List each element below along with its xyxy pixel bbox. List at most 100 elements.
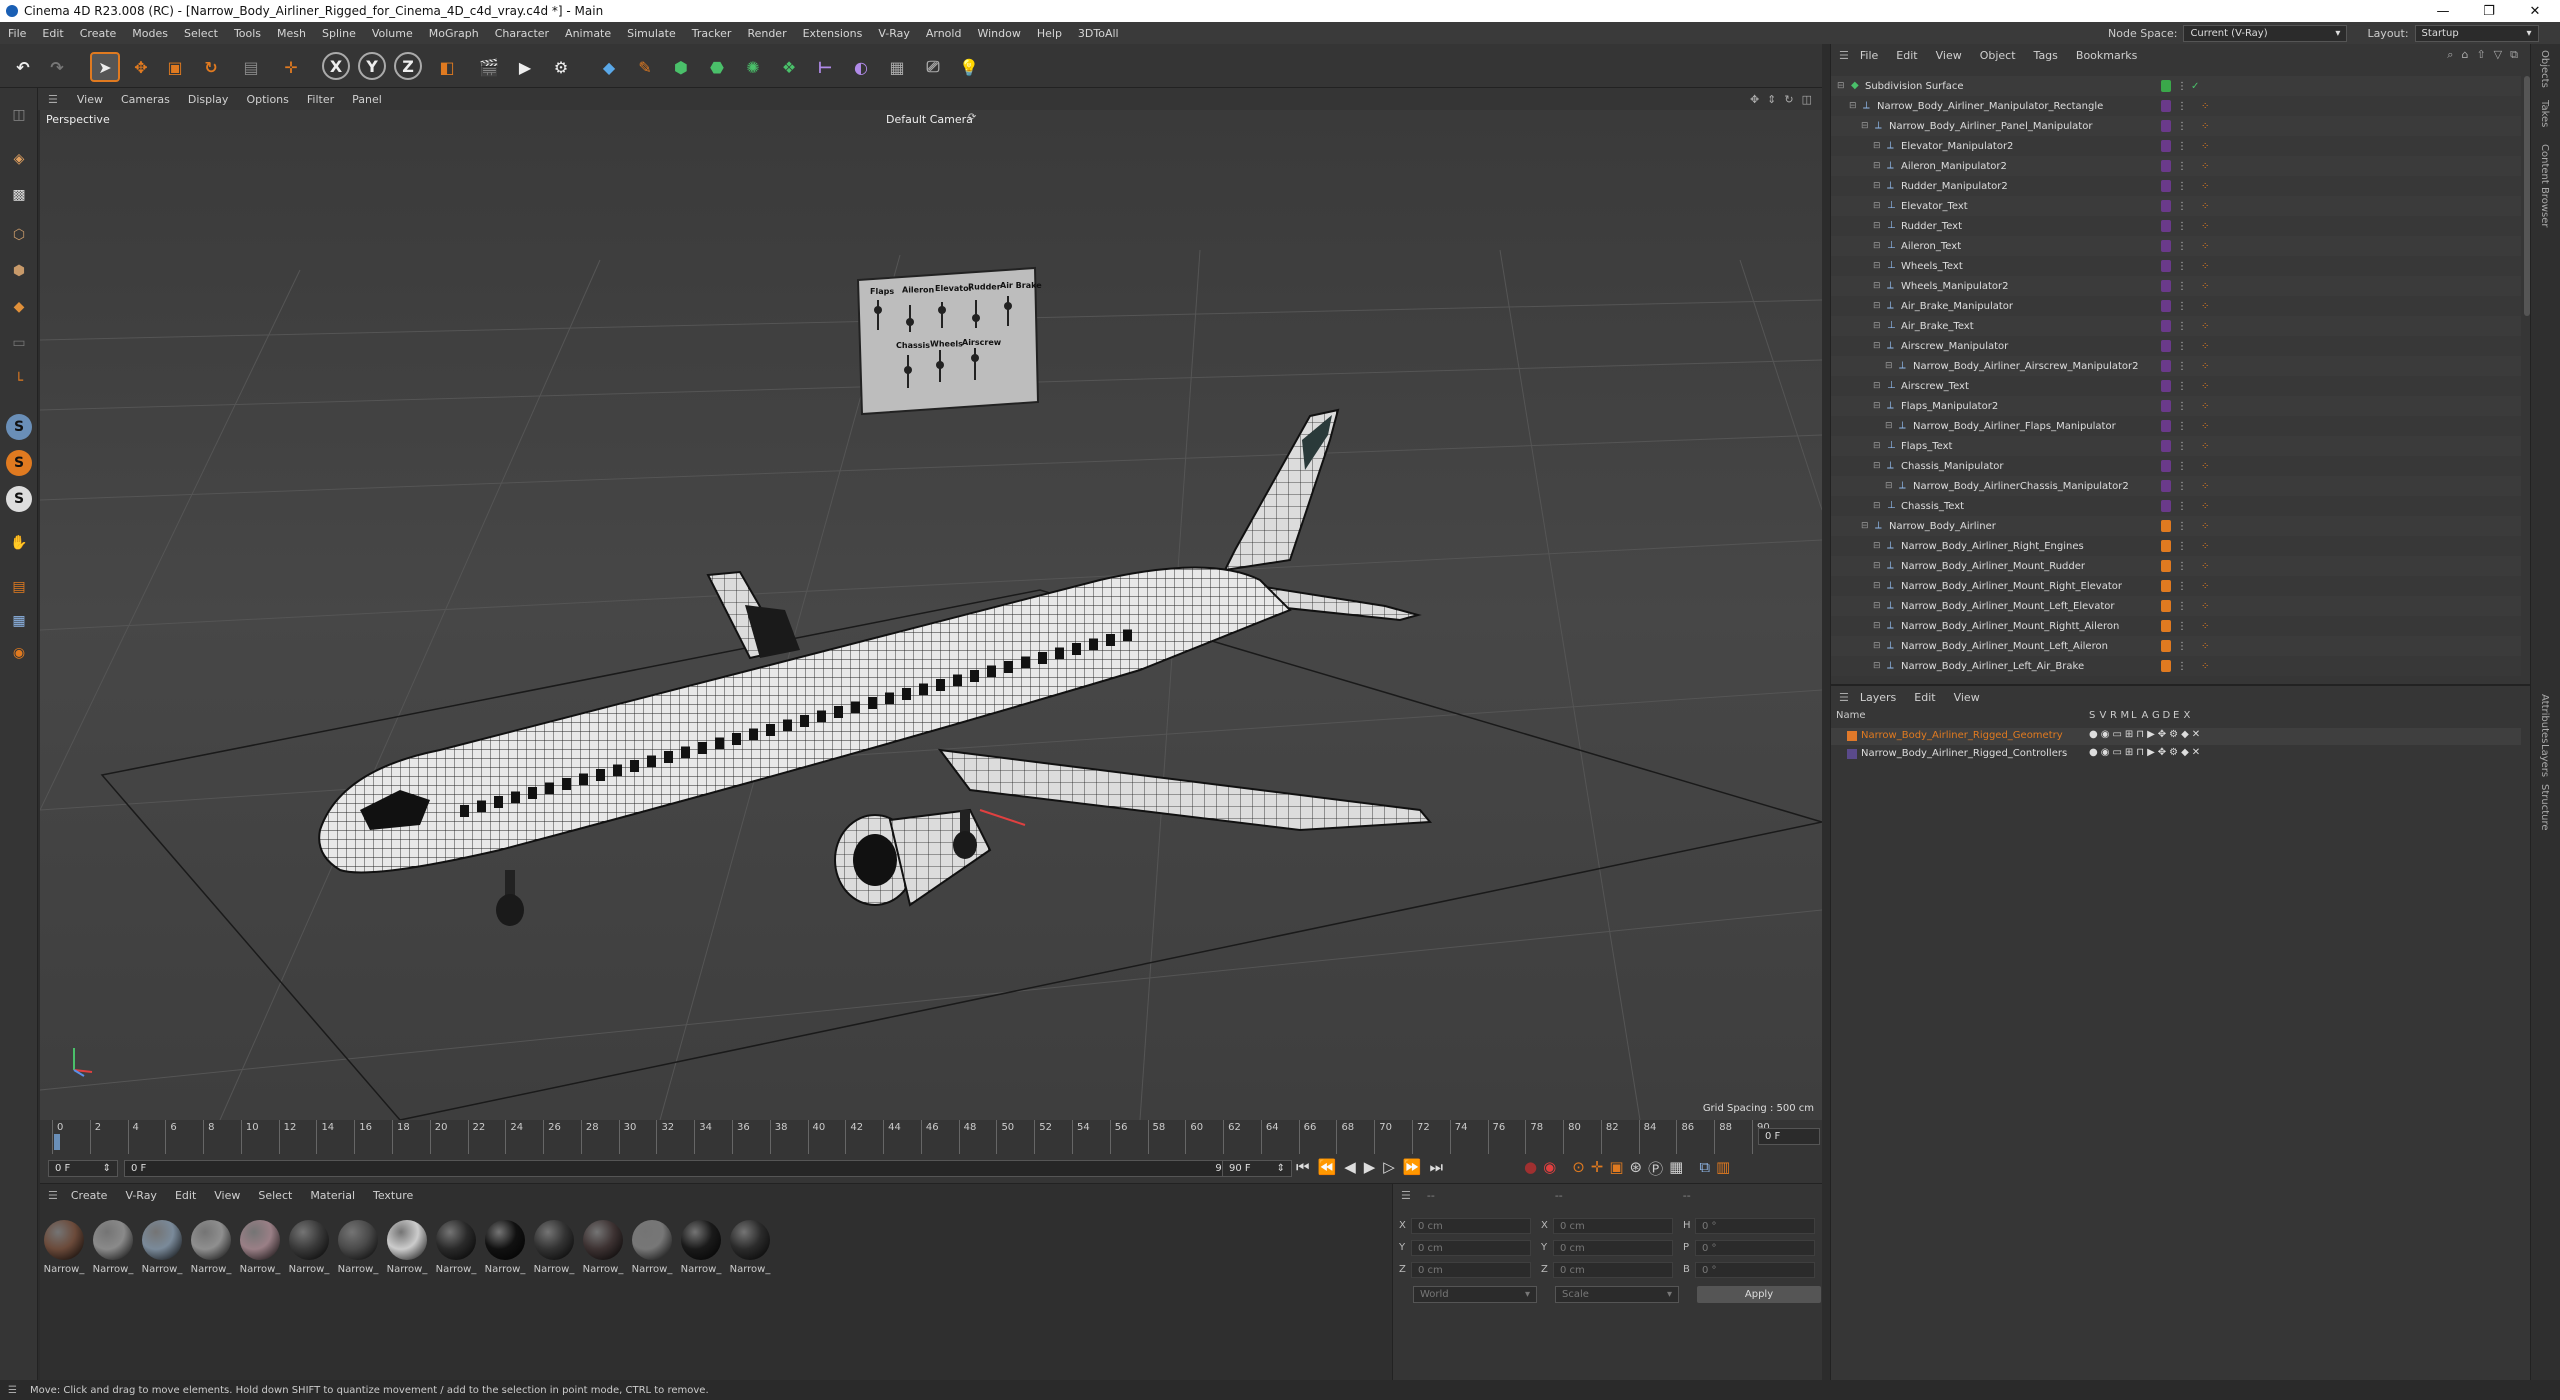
layer-row[interactable]: Narrow_Body_Airliner_Rigged_Controllers ●… xyxy=(1831,746,2521,763)
tag-icon[interactable]: ⁘ xyxy=(2201,101,2209,112)
key-move-icon[interactable]: ✛ xyxy=(1591,1158,1604,1179)
tag-icon[interactable]: ⁘ xyxy=(2201,581,2209,592)
3d-viewport[interactable]: Flaps Aileron Elevator Rudder Air Brake Chas… xyxy=(40,110,1822,1120)
layer-color-tag[interactable] xyxy=(2161,660,2171,672)
tag-icon[interactable]: ⁘ xyxy=(2201,301,2209,312)
layer-color-tag[interactable] xyxy=(2161,520,2171,532)
menu-icon[interactable]: ☰ xyxy=(1401,1189,1411,1202)
menu-item-render[interactable]: Render xyxy=(739,27,794,40)
visibility-dots-icon[interactable]: ⋮ xyxy=(2177,621,2187,632)
key-grid-icon[interactable]: ▦ xyxy=(1669,1158,1683,1179)
rotate-tool-button[interactable]: ↻ xyxy=(196,52,226,82)
material-menu-select[interactable]: Select xyxy=(249,1189,301,1202)
menu-item-character[interactable]: Character xyxy=(487,27,557,40)
object-row[interactable]: ⊟ ⊥ Airscrew_Text ⋮ ⁘ xyxy=(1831,376,2521,396)
cube-button[interactable]: ◆ xyxy=(594,52,624,82)
menu-item-volume[interactable]: Volume xyxy=(364,27,421,40)
material-swatch[interactable]: Narrow_ xyxy=(630,1220,674,1280)
menu-item-animate[interactable]: Animate xyxy=(557,27,619,40)
visibility-dots-icon[interactable]: ⋮ xyxy=(2177,541,2187,552)
grid-snap-button[interactable]: ▦ xyxy=(4,606,34,636)
dolly-icon[interactable]: ⇕ xyxy=(1767,93,1776,106)
tag-icon[interactable]: ⁘ xyxy=(2201,341,2209,352)
object-row[interactable]: ⊟ ⟂ Narrow_Body_Airliner_Left_Air_Brake ⋮ ⁘ xyxy=(1831,656,2521,676)
layer-color-tag[interactable] xyxy=(2161,80,2171,92)
menu-item-spline[interactable]: Spline xyxy=(314,27,364,40)
menu-item-help[interactable]: Help xyxy=(1029,27,1070,40)
object-row[interactable]: ⊟ ⟂ Flaps_Manipulator2 ⋮ ⁘ xyxy=(1831,396,2521,416)
expand-toggle-icon[interactable]: ⊟ xyxy=(1861,521,1869,531)
camera-label[interactable]: Default Camera xyxy=(886,113,973,126)
layer-flags-icons[interactable]: ●◉▭⊞⊓▶✥⚙◆✕ xyxy=(2089,729,2203,740)
object-row[interactable]: ⊟ ⟂ Narrow_Body_Airliner_Mount_Rightt_Aile… xyxy=(1831,616,2521,636)
expand-toggle-icon[interactable]: ⊟ xyxy=(1885,421,1893,431)
layer-color-tag[interactable] xyxy=(2161,160,2171,172)
object-row[interactable]: ⊟ ⟂ Wheels_Manipulator2 ⋮ ⁘ xyxy=(1831,276,2521,296)
visibility-dots-icon[interactable]: ⋮ xyxy=(2177,501,2187,512)
expand-toggle-icon[interactable]: ⊟ xyxy=(1873,261,1881,271)
layer-color-swatch[interactable] xyxy=(1847,731,1857,741)
search-icon[interactable]: ⌕ xyxy=(2447,48,2453,62)
layer-color-tag[interactable] xyxy=(2161,540,2171,552)
menu-icon[interactable]: ☰ xyxy=(1839,691,1849,704)
visibility-dots-icon[interactable]: ⋮ xyxy=(2177,341,2187,352)
expand-toggle-icon[interactable]: ⊟ xyxy=(1873,661,1881,671)
layer-color-tag[interactable] xyxy=(2161,340,2171,352)
layer-flags-icons[interactable]: ●◉▭⊞⊓▶✥⚙◆✕ xyxy=(2089,747,2203,758)
key-scale-icon[interactable]: ▣ xyxy=(1609,1158,1623,1179)
tag-icon[interactable]: ⁘ xyxy=(2201,221,2209,232)
object-row[interactable]: ⊟ ⊥ Air_Brake_Text ⋮ ⁘ xyxy=(1831,316,2521,336)
material-menu-edit[interactable]: Edit xyxy=(166,1189,205,1202)
object-row[interactable]: ⊟ ⟂ Airscrew_Manipulator ⋮ ⁘ xyxy=(1831,336,2521,356)
tag-icon[interactable]: ⁘ xyxy=(2201,501,2209,512)
viewport-menu-display[interactable]: Display xyxy=(179,93,238,106)
render-view-button[interactable]: ▶ xyxy=(510,52,540,82)
pen-tool-button[interactable]: ✎ xyxy=(630,52,660,82)
tag-icon[interactable]: ⁘ xyxy=(2201,561,2209,572)
side-tab-takes[interactable]: Takes xyxy=(2539,100,2550,127)
object-row[interactable]: ⊟ ⟂ Narrow_Body_Airliner_Mount_Right_Eleva… xyxy=(1831,576,2521,596)
range-slider[interactable]: 0 F90 F xyxy=(124,1160,1244,1177)
play-icon[interactable]: ▶ xyxy=(1364,1158,1376,1176)
z-axis-button[interactable]: Z xyxy=(394,52,422,80)
expand-toggle-icon[interactable]: ⊟ xyxy=(1873,181,1881,191)
material-swatch[interactable]: Narrow_ xyxy=(728,1220,772,1280)
tag-icon[interactable]: ⁘ xyxy=(2201,521,2209,532)
expand-toggle-icon[interactable]: ⊟ xyxy=(1873,401,1881,411)
visibility-dots-icon[interactable]: ⋮ xyxy=(2177,121,2187,132)
layer-color-tag[interactable] xyxy=(2161,320,2171,332)
layer-color-tag[interactable] xyxy=(2161,400,2171,412)
layer-menu-view[interactable]: View xyxy=(1945,691,1989,704)
material-menu-create[interactable]: Create xyxy=(62,1189,117,1202)
visibility-dots-icon[interactable]: ⋮ xyxy=(2177,481,2187,492)
layer-color-tag[interactable] xyxy=(2161,420,2171,432)
coord-pos-field[interactable]: 0 cm xyxy=(1411,1240,1531,1256)
layer-color-tag[interactable] xyxy=(2161,200,2171,212)
layer-color-tag[interactable] xyxy=(2161,140,2171,152)
tag-icon[interactable]: ⁘ xyxy=(2201,181,2209,192)
object-row[interactable]: ⊟ ⟂ Narrow_Body_Airliner_Airscrew_Manipula… xyxy=(1831,356,2521,376)
expand-toggle-icon[interactable]: ⊟ xyxy=(1885,361,1893,371)
world-coord-button[interactable]: ◧ xyxy=(432,52,462,82)
tag-icon[interactable]: ⁘ xyxy=(2201,461,2209,472)
tag-icon[interactable]: ⁘ xyxy=(2201,641,2209,652)
material-swatch[interactable]: Narrow_ xyxy=(679,1220,723,1280)
object-menu-edit[interactable]: Edit xyxy=(1887,49,1926,62)
object-row[interactable]: ⊟ ⟂ Narrow_Body_Airliner_Mount_Left_Elevat… xyxy=(1831,596,2521,616)
y-axis-button[interactable]: Y xyxy=(358,52,386,80)
orbit-icon[interactable]: ↻ xyxy=(1784,93,1793,106)
tag-icon[interactable]: ⁘ xyxy=(2201,121,2209,132)
go-start-icon[interactable]: ⏮ xyxy=(1296,1158,1310,1176)
expand-toggle-icon[interactable]: ⊟ xyxy=(1873,381,1881,391)
tag-icon[interactable]: ⁘ xyxy=(2201,281,2209,292)
layer-color-tag[interactable] xyxy=(2161,280,2171,292)
coordinate-system-button[interactable]: ✛ xyxy=(276,52,306,82)
viewport-menu-panel[interactable]: Panel xyxy=(343,93,391,106)
maximize-button[interactable]: ❐ xyxy=(2466,0,2512,22)
playhead[interactable] xyxy=(54,1134,60,1150)
start-frame-field[interactable]: 0 F ⇕ xyxy=(48,1160,118,1177)
menu-item-mograph[interactable]: MoGraph xyxy=(421,27,487,40)
menu-item-extensions[interactable]: Extensions xyxy=(795,27,871,40)
workplane-button[interactable]: └ xyxy=(4,366,34,396)
visibility-dots-icon[interactable]: ⋮ xyxy=(2177,81,2187,92)
